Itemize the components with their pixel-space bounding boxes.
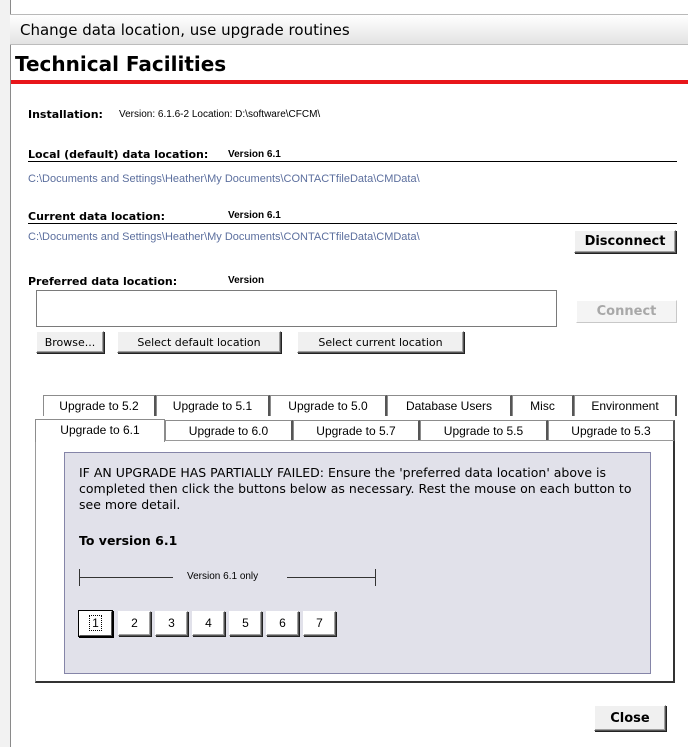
current-location-divider [28,223,677,224]
tab-upgrade-5-0[interactable]: Upgrade to 5.0 [270,395,387,416]
current-location-path: C:\Documents and Settings\Heather\My Doc… [28,231,420,243]
dialog-content: Technical Facilities Installation: Versi… [11,46,688,747]
current-location-version: Version 6.1 [228,210,281,221]
upgrade-step-2-button[interactable]: 2 [118,611,151,636]
preferred-location-label: Preferred data location: [28,275,178,288]
tab-upgrade-5-1[interactable]: Upgrade to 5.1 [156,395,270,416]
page-title: Technical Facilities [15,52,227,76]
installation-value: Version: 6.1.6-2 Location: D:\software\C… [119,109,321,120]
close-button[interactable]: Close [594,705,666,731]
upgrade-step-3-button[interactable]: 3 [155,611,188,636]
connect-button[interactable]: Connect [576,300,677,323]
preferred-location-version: Version [228,275,265,286]
tab-upgrade-5-5[interactable]: Upgrade to 5.5 [420,420,548,441]
local-location-path: C:\Documents and Settings\Heather\My Doc… [28,173,420,185]
partial-failure-note: IF AN UPGRADE HAS PARTIALLY FAILED: Ensu… [79,465,632,512]
range-line-left [79,577,173,578]
disconnect-button[interactable]: Disconnect [574,230,676,253]
upgrade-step-7-button[interactable]: 7 [303,611,336,636]
upgrade-step-1-label: 1 [89,615,102,631]
tab-upgrade-5-7[interactable]: Upgrade to 5.7 [293,420,420,441]
tab-upgrade-6-0[interactable]: Upgrade to 6.0 [165,420,293,441]
local-location-version: Version 6.1 [228,149,281,160]
installation-label: Installation: [28,108,103,121]
upgrade-step-6-button[interactable]: 6 [266,611,299,636]
tab-upgrade-6-1[interactable]: Upgrade to 6.1 [35,419,165,442]
tab-database-users[interactable]: Database Users [387,395,512,416]
upgrade-step-4-button[interactable]: 4 [192,611,225,636]
tab-environment[interactable]: Environment [574,395,677,416]
upgrade-step-5-button[interactable]: 5 [229,611,262,636]
upgrade-instructions-box: IF AN UPGRADE HAS PARTIALLY FAILED: Ensu… [64,452,651,674]
version-range-label: Version 6.1 only [187,571,259,582]
window-title-bar: Change data location, use upgrade routin… [10,14,688,45]
tab-upgrade-5-3[interactable]: Upgrade to 5.3 [548,420,675,441]
title-divider [11,80,688,84]
preferred-location-input[interactable] [36,290,557,327]
window-left-edge [0,0,11,747]
range-line-right [287,577,375,578]
local-location-divider [28,161,677,162]
browse-button[interactable]: Browse... [36,331,104,353]
range-end-tick [375,569,376,586]
window-title: Change data location, use upgrade routin… [20,21,350,39]
select-current-location-button[interactable]: Select current location [297,331,464,353]
local-location-label: Local (default) data location: [28,148,209,161]
upgrade-target-heading: To version 6.1 [79,533,178,548]
current-location-label: Current data location: [28,210,166,223]
select-default-location-button[interactable]: Select default location [117,331,281,353]
upgrade-step-1-button[interactable]: 1 [79,611,112,636]
tab-misc[interactable]: Misc [512,395,574,416]
tab-upgrade-5-2[interactable]: Upgrade to 5.2 [43,395,156,416]
upgrade-tab-panel: IF AN UPGRADE HAS PARTIALLY FAILED: Ensu… [35,440,675,683]
